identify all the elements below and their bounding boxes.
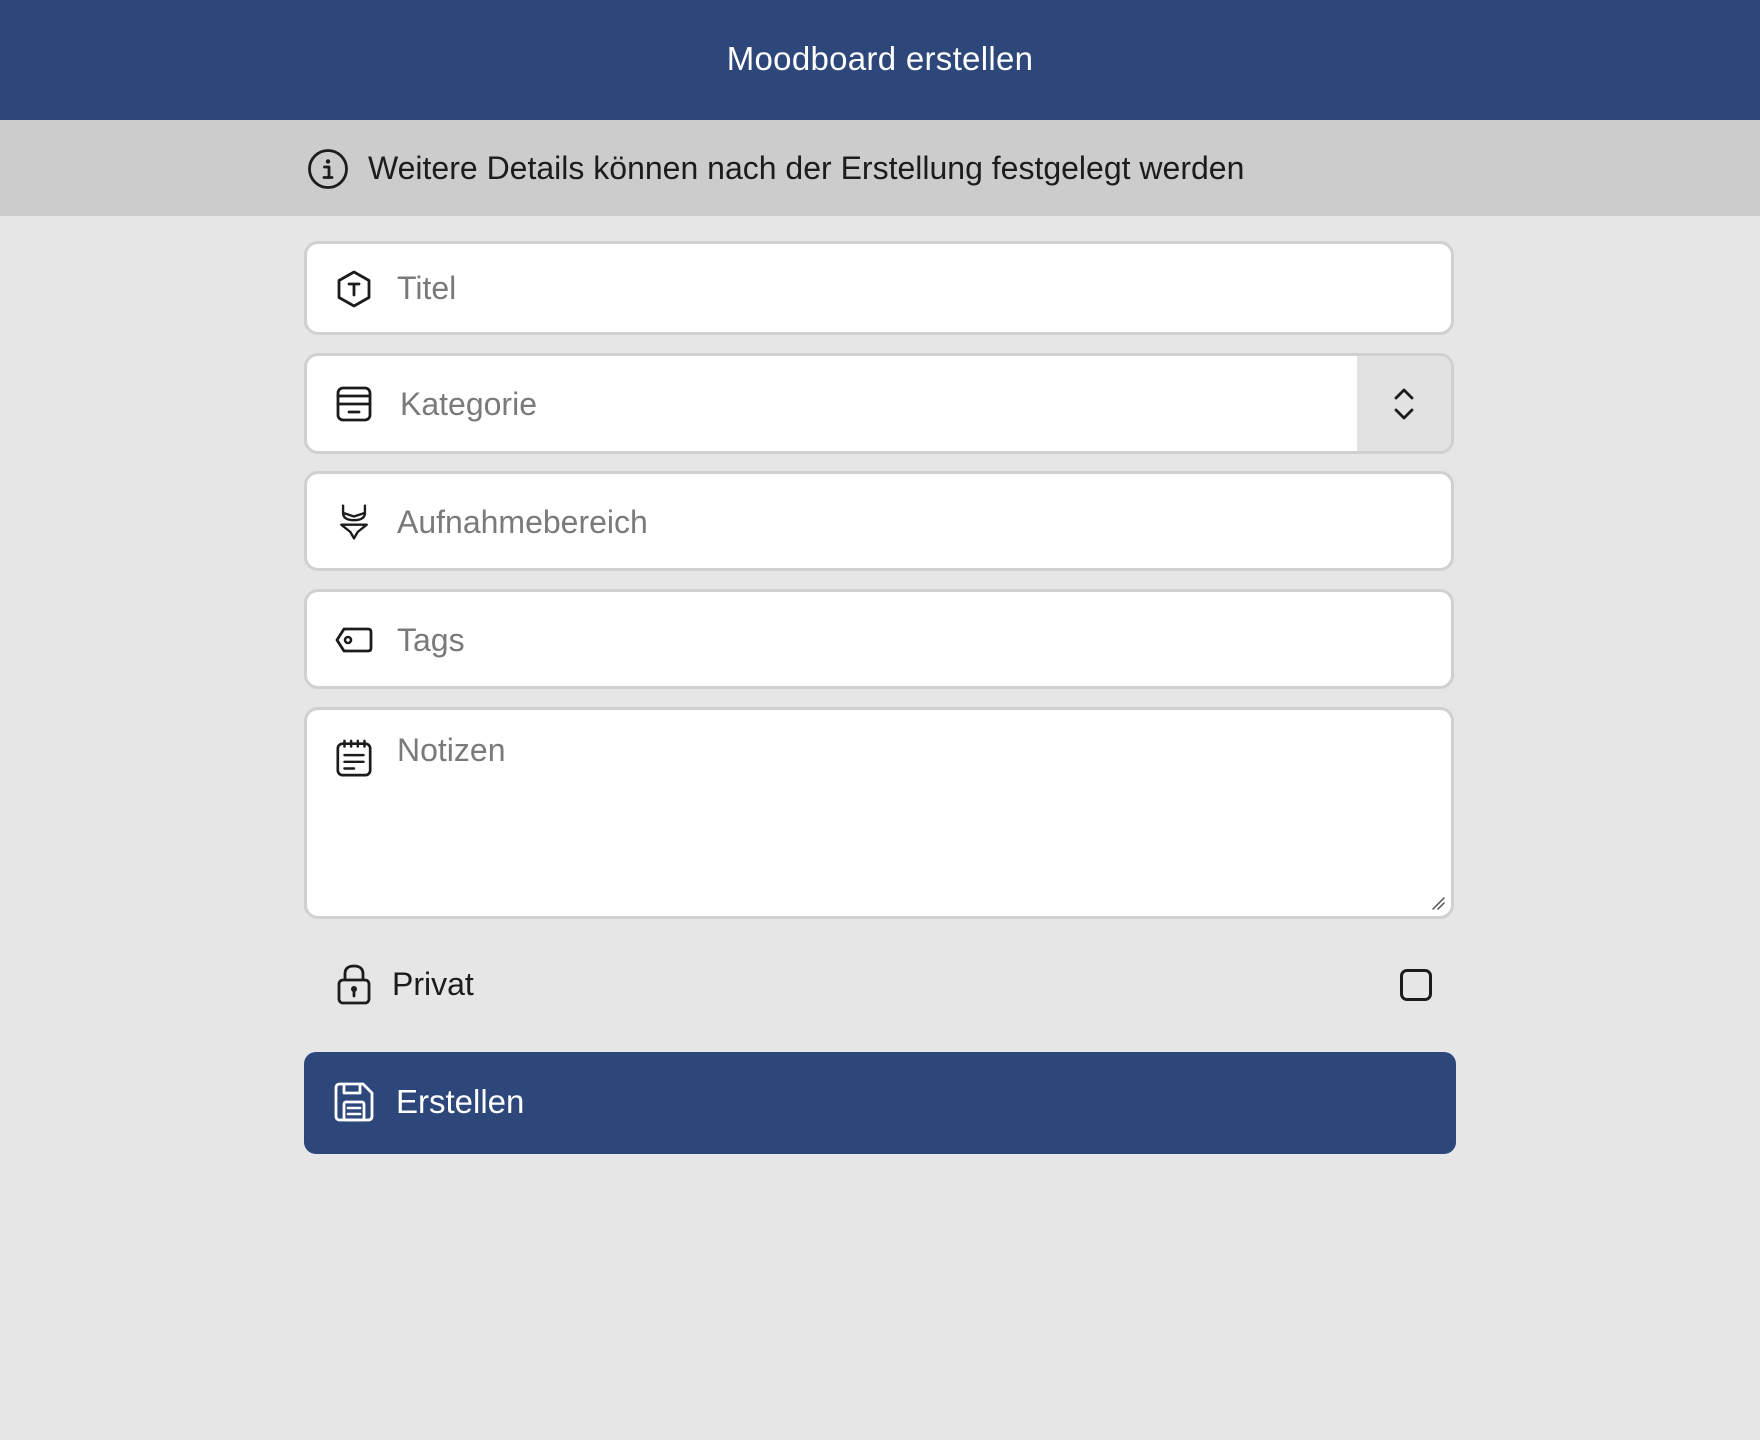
private-label: Privat (392, 966, 474, 1002)
tags-input[interactable] (397, 618, 1431, 662)
title-icon (337, 270, 371, 308)
chevron-up-down-icon (1394, 388, 1414, 419)
tags-field[interactable] (304, 589, 1454, 689)
title-field[interactable] (304, 241, 1454, 335)
bikini-icon (340, 504, 368, 540)
private-checkbox[interactable] (1400, 969, 1432, 1001)
category-input[interactable] (400, 382, 1351, 426)
archive-icon (336, 386, 372, 422)
notes-input[interactable] (397, 732, 1435, 908)
private-row[interactable]: Privat (304, 948, 1454, 1020)
title-input[interactable] (397, 266, 1431, 310)
category-select[interactable] (304, 353, 1454, 454)
create-button[interactable]: Erstellen (304, 1052, 1456, 1154)
category-stepper[interactable] (1357, 356, 1451, 451)
app-header: Moodboard erstellen (0, 0, 1760, 120)
info-text: Weitere Details können nach der Erstellu… (368, 150, 1245, 186)
tag-icon (335, 627, 373, 653)
area-field[interactable] (304, 471, 1454, 571)
resize-handle-icon[interactable] (1431, 896, 1445, 910)
notes-icon (336, 739, 372, 777)
save-icon (334, 1082, 374, 1122)
area-input[interactable] (397, 500, 1431, 544)
notes-field[interactable] (304, 707, 1454, 919)
create-button-label: Erstellen (396, 1083, 525, 1120)
info-icon (308, 149, 348, 189)
page-title: Moodboard erstellen (726, 40, 1034, 77)
lock-icon (337, 964, 371, 1005)
